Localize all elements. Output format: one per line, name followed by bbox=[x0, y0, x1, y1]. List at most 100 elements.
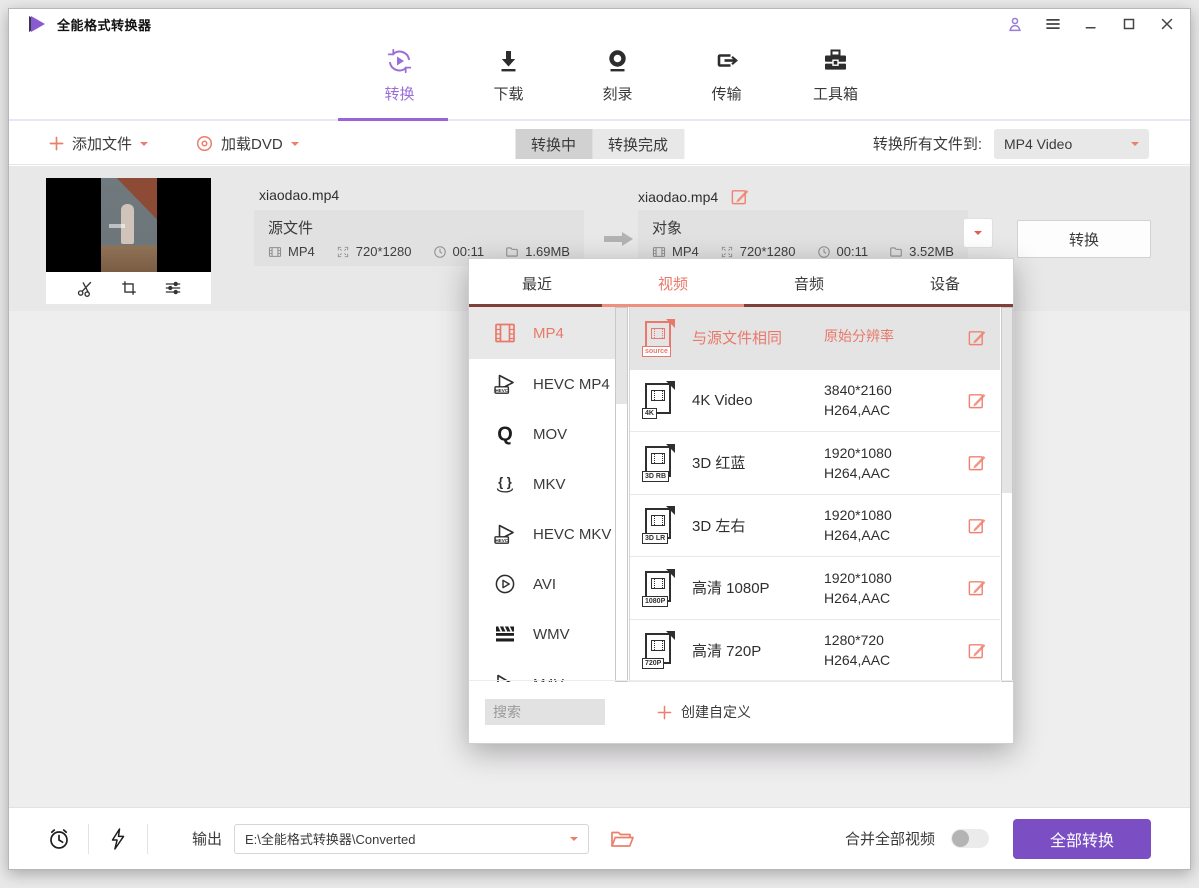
dropdown-caret-icon bbox=[1131, 142, 1139, 150]
duration-clock-icon bbox=[433, 245, 447, 259]
popup-footer: 创建自定义 bbox=[469, 680, 1013, 743]
preset-4k-icon: 4K bbox=[644, 382, 674, 418]
format-item-hevc-mp4[interactable]: HEVC HEVC MP4 bbox=[469, 359, 616, 409]
preset-row-3d-lr[interactable]: 3D LR 3D 左右 1920*1080H264,AAC bbox=[630, 495, 1000, 558]
format-item-mov[interactable]: Q MOV bbox=[469, 409, 616, 459]
dvd-disc-icon bbox=[196, 135, 213, 152]
convert-button[interactable]: 转换 bbox=[1017, 220, 1151, 258]
convert-icon bbox=[386, 47, 414, 75]
menu-icon[interactable] bbox=[1044, 15, 1062, 33]
target-size: 3.52MB bbox=[909, 244, 954, 259]
tab-transfer[interactable]: 传输 bbox=[672, 47, 781, 104]
mkv-braces-icon: { } bbox=[493, 472, 517, 496]
tab-convert-label: 转换 bbox=[384, 83, 414, 104]
target-resolution: 720*1280 bbox=[740, 244, 796, 259]
edit-preset-icon[interactable] bbox=[967, 641, 986, 660]
format-item-mkv[interactable]: { } MKV bbox=[469, 459, 616, 509]
format-list: MP4 HEVC HEVC MP4 Q MOV bbox=[469, 307, 630, 682]
hevc-play-icon: HEVC bbox=[493, 372, 517, 396]
tab-toolbox[interactable]: 工具箱 bbox=[781, 47, 890, 104]
schedule-alarm-icon[interactable] bbox=[46, 826, 72, 852]
preset-3d-lr-icon: 3D LR bbox=[644, 507, 674, 543]
avi-play-circle-icon bbox=[493, 572, 517, 596]
popup-tab-audio[interactable]: 音频 bbox=[741, 259, 877, 307]
merge-all-label: 合并全部视频 bbox=[845, 828, 935, 849]
tab-burn[interactable]: 刻录 bbox=[563, 47, 672, 104]
format-item-m4v[interactable]: M4V bbox=[469, 659, 616, 682]
format-list-scrollbar[interactable] bbox=[615, 307, 628, 682]
search-input[interactable] bbox=[485, 699, 605, 725]
effects-sliders-icon[interactable] bbox=[164, 279, 182, 297]
tab-download[interactable]: 下载 bbox=[454, 47, 563, 104]
resolution-icon bbox=[336, 245, 350, 259]
trim-scissors-icon[interactable] bbox=[76, 279, 94, 297]
tab-convert[interactable]: 转换 bbox=[345, 47, 454, 104]
svg-text:HEVC: HEVC bbox=[495, 388, 508, 393]
preset-row-same-as-source[interactable]: source 与源文件相同 原始分辨率 bbox=[630, 307, 1000, 370]
convert-all-to-value: MP4 Video bbox=[1004, 136, 1072, 152]
plus-icon bbox=[657, 705, 672, 720]
preset-row-720p[interactable]: 720P 高清 720P 1280*720H264,AAC bbox=[630, 620, 1000, 683]
tab-finished[interactable]: 转换完成 bbox=[592, 129, 684, 159]
minimize-icon[interactable] bbox=[1082, 15, 1100, 33]
maximize-icon[interactable] bbox=[1120, 15, 1138, 33]
format-item-hevc-mkv[interactable]: HEVC HEVC MKV bbox=[469, 509, 616, 559]
close-icon[interactable] bbox=[1158, 15, 1176, 33]
plus-icon bbox=[49, 136, 64, 151]
merge-all-toggle[interactable] bbox=[951, 829, 989, 848]
tab-converting[interactable]: 转换中 bbox=[515, 129, 592, 159]
output-format-popup: 最近 视频 音频 设备 MP4 HEVC bbox=[468, 258, 1014, 744]
high-speed-bolt-icon[interactable] bbox=[105, 826, 131, 852]
quicktime-q-icon: Q bbox=[493, 422, 517, 446]
convert-all-to-label: 转换所有文件到: bbox=[873, 133, 982, 154]
output-path-dropdown[interactable]: E:\全能格式转换器\Converted bbox=[234, 824, 589, 854]
preset-3d-rb-icon: 3D RB bbox=[644, 445, 674, 481]
popup-tab-recent[interactable]: 最近 bbox=[469, 259, 605, 307]
preset-row-3d-rb[interactable]: 3D RB 3D 红蓝 1920*1080H264,AAC bbox=[630, 432, 1000, 495]
bottom-bar: 输出 E:\全能格式转换器\Converted 合并全部视频 全部转换 bbox=[9, 807, 1190, 869]
convert-all-to-dropdown[interactable]: MP4 Video bbox=[994, 129, 1149, 159]
load-dvd-button[interactable]: 加载DVD bbox=[196, 133, 299, 154]
titlebar: 全能格式转换器 bbox=[9, 9, 1190, 39]
source-resolution: 720*1280 bbox=[356, 244, 412, 259]
format-item-wmv[interactable]: WMV bbox=[469, 609, 616, 659]
app-title: 全能格式转换器 bbox=[57, 15, 152, 34]
popup-tab-device[interactable]: 设备 bbox=[877, 259, 1013, 307]
target-format-dropdown-button[interactable] bbox=[963, 218, 993, 248]
video-thumbnail-card bbox=[46, 178, 211, 304]
hevc-play-icon: HEVC bbox=[493, 522, 517, 546]
add-files-button[interactable]: 添加文件 bbox=[49, 133, 148, 154]
edit-preset-icon[interactable] bbox=[967, 391, 986, 410]
preset-list: source 与源文件相同 原始分辨率 4K 4K Video 3840*216… bbox=[630, 307, 1013, 682]
format-item-mp4[interactable]: MP4 bbox=[469, 307, 616, 359]
add-files-label: 添加文件 bbox=[72, 133, 132, 154]
edit-preset-icon[interactable] bbox=[967, 453, 986, 472]
app-logo-icon bbox=[31, 16, 45, 32]
user-account-icon[interactable] bbox=[1006, 15, 1024, 33]
convert-all-button[interactable]: 全部转换 bbox=[1013, 819, 1151, 859]
preset-1080p-icon: 1080P bbox=[644, 570, 674, 606]
film-icon bbox=[652, 245, 666, 259]
edit-preset-icon[interactable] bbox=[967, 578, 986, 597]
status-segmented-control: 转换中 转换完成 bbox=[515, 129, 684, 159]
preset-row-1080p[interactable]: 1080P 高清 1080P 1920*1080H264,AAC bbox=[630, 557, 1000, 620]
duration-clock-icon bbox=[817, 245, 831, 259]
resolution-icon bbox=[720, 245, 734, 259]
format-item-avi[interactable]: AVI bbox=[469, 559, 616, 609]
open-folder-icon[interactable] bbox=[609, 826, 635, 852]
popup-tab-video[interactable]: 视频 bbox=[605, 259, 741, 307]
toolbox-icon bbox=[822, 47, 850, 75]
burn-disc-icon bbox=[605, 47, 631, 75]
create-custom-button[interactable]: 创建自定义 bbox=[657, 702, 751, 722]
crop-icon[interactable] bbox=[120, 279, 138, 297]
svg-text:{ }: { } bbox=[498, 475, 512, 490]
edit-preset-icon[interactable] bbox=[967, 328, 986, 347]
edit-preset-icon[interactable] bbox=[967, 516, 986, 535]
source-format: MP4 bbox=[288, 244, 315, 259]
add-files-caret-icon bbox=[140, 142, 148, 150]
preset-row-4k[interactable]: 4K 4K Video 3840*2160H264,AAC bbox=[630, 370, 1000, 433]
rename-edit-icon[interactable] bbox=[730, 187, 749, 206]
target-duration: 00:11 bbox=[837, 244, 869, 259]
svg-text:HEVC: HEVC bbox=[495, 538, 508, 543]
preset-list-scrollbar[interactable] bbox=[1001, 307, 1013, 682]
